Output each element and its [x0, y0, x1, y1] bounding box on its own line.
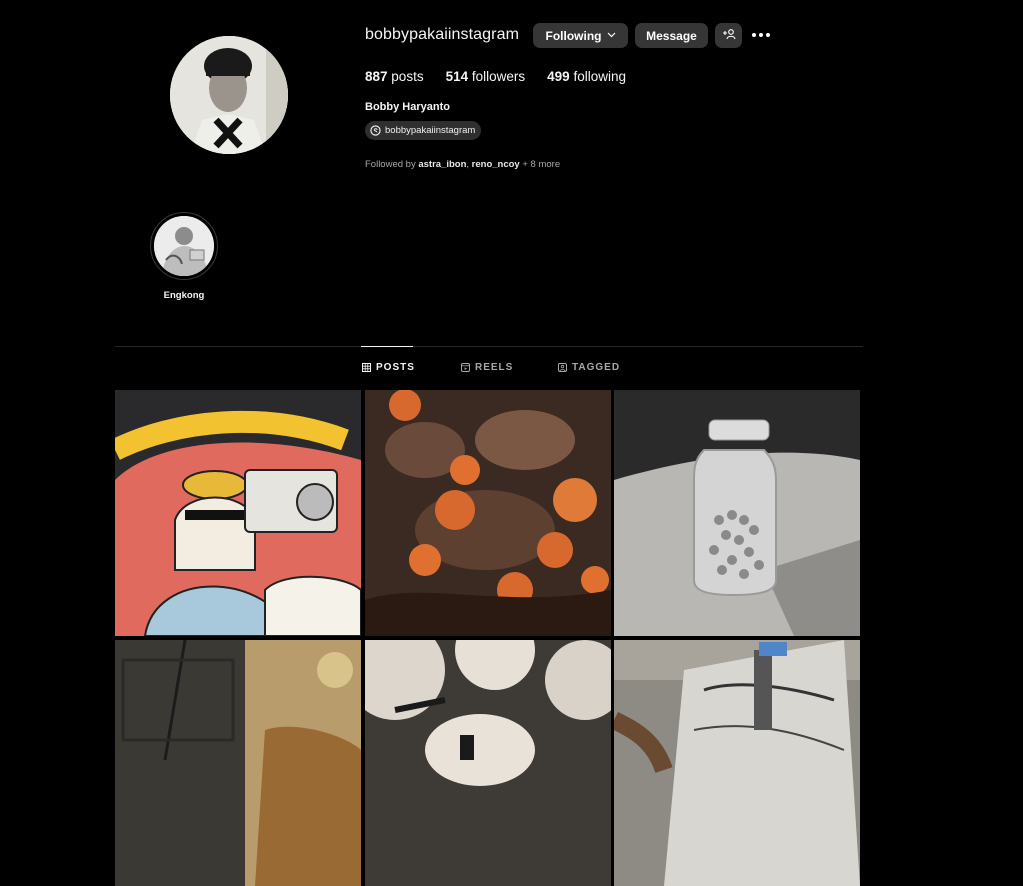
followed-by-prefix: Followed by	[365, 159, 416, 170]
threads-link[interactable]: bobbypakaiinstagram	[365, 121, 482, 140]
threads-handle: bobbypakaiinstagram	[385, 125, 476, 136]
followers-count: 514	[445, 69, 469, 84]
followed-by-separator: ,	[466, 159, 470, 170]
tab-tagged[interactable]: TAGGED	[558, 362, 620, 373]
following-count: 499	[547, 69, 570, 84]
profile-username: bobbypakaiinstagram	[365, 26, 519, 43]
message-button-label: Message	[646, 28, 697, 43]
post-tile[interactable]	[115, 640, 361, 886]
following-stat[interactable]: 499 following	[547, 69, 626, 84]
posts-count: 887	[365, 69, 388, 84]
more-options-icon[interactable]	[752, 27, 772, 43]
tab-reels-label: REELS	[475, 362, 514, 373]
post-tile[interactable]	[365, 640, 611, 886]
reels-icon	[461, 363, 470, 372]
message-button[interactable]: Message	[635, 23, 708, 48]
posts-stat: 887 posts	[365, 69, 424, 84]
add-user-icon	[722, 28, 736, 43]
profile-avatar[interactable]	[170, 36, 288, 154]
active-tab-indicator	[361, 346, 413, 347]
tab-posts[interactable]: POSTS	[362, 362, 415, 373]
post-tile[interactable]	[614, 640, 860, 886]
followers-stat[interactable]: 514 followers	[446, 69, 526, 84]
grid-icon	[362, 363, 371, 372]
post-tile[interactable]	[115, 390, 361, 636]
post-tile[interactable]	[365, 390, 611, 636]
suggest-users-button[interactable]	[715, 23, 742, 48]
following-label: following	[573, 69, 626, 84]
followed-by[interactable]: Followed by astra_ibon, reno_ncoy + 8 mo…	[365, 159, 560, 170]
tab-reels[interactable]: REELS	[461, 362, 513, 373]
tab-tagged-label: TAGGED	[572, 362, 621, 373]
following-button-label: Following	[545, 28, 602, 43]
followed-by-more: + 8 more	[522, 159, 561, 170]
threads-icon	[370, 125, 381, 136]
followed-by-user[interactable]: reno_ncoy	[472, 159, 520, 170]
followers-label: followers	[471, 69, 526, 84]
followed-by-user[interactable]: astra_ibon	[418, 159, 466, 170]
highlight-cover[interactable]	[154, 216, 214, 276]
tagged-icon	[558, 363, 567, 372]
tabs-divider	[115, 346, 863, 347]
posts-label: posts	[391, 69, 424, 84]
following-button[interactable]: Following	[533, 23, 628, 48]
tab-posts-label: POSTS	[376, 362, 415, 373]
highlight-label: Engkong	[163, 290, 205, 301]
post-tile[interactable]	[614, 390, 860, 636]
chevron-down-icon	[607, 30, 616, 40]
profile-stats: 887 posts 514 followers 499 following	[365, 69, 648, 84]
profile-full-name: Bobby Haryanto	[365, 101, 450, 113]
